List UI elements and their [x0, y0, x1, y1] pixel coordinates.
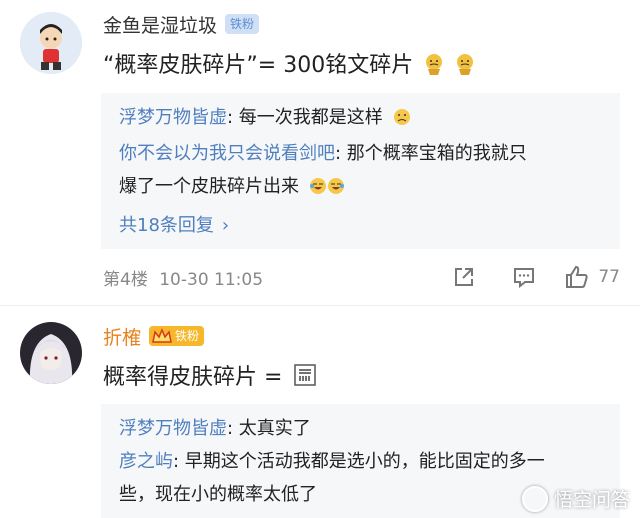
crown-icon — [152, 328, 172, 343]
reply-text-line2: 些，现在小的概率太低了 — [119, 484, 317, 505]
fan-badge: 铁粉 — [225, 14, 260, 34]
reply-box: 浮梦万物皆虚: 每一次我都是这样 你不会以为我只会说看剑吧: 那个概率宝箱的我就… — [101, 93, 620, 249]
watermark-text: 悟空问答 — [553, 489, 630, 511]
wukong-logo-icon — [521, 485, 548, 512]
avatar[interactable] — [20, 322, 82, 384]
comment-icon — [514, 268, 535, 289]
comment-text: 概率得皮肤碎片 = — [103, 359, 317, 393]
post-time: 10-30 11:05 — [159, 269, 264, 290]
reply-user[interactable]: 彦之屿 — [119, 451, 173, 472]
reply-button[interactable] — [494, 265, 554, 289]
speechless-emoji-icon — [293, 363, 317, 393]
reply-text: : 那个概率宝箱的我就只 — [335, 143, 527, 164]
share-button[interactable] — [434, 265, 494, 289]
anime-avatar-icon — [20, 322, 82, 384]
like-button[interactable]: 77 — [564, 264, 620, 290]
comment-meta: 第4楼 10-30 11:05 77 — [103, 262, 620, 292]
author-row: 金鱼是湿垃圾 铁粉 — [103, 10, 260, 38]
comment-text-content: “概率皮肤碎片”= 300铭文碎片 — [103, 53, 414, 78]
more-replies-label: 共18条回复 — [119, 215, 214, 236]
sad-face-emoji-icon — [393, 104, 411, 137]
floor-number: 第4楼 — [103, 269, 148, 290]
comment-actions: 77 — [434, 264, 620, 290]
laugh-cry-emoji-icon — [309, 173, 327, 206]
floor-time: 第4楼 10-30 11:05 — [103, 265, 434, 290]
laugh-cry-emoji-icon — [327, 173, 345, 206]
comment-text: “概率皮肤碎片”= 300铭文碎片 — [103, 47, 475, 81]
thumbs-up-icon — [566, 265, 588, 288]
avatar[interactable] — [20, 12, 82, 74]
crying-emoji-icon — [424, 53, 444, 81]
crying-emoji-icon — [455, 53, 475, 81]
comment-1: 金鱼是湿垃圾 铁粉 “概率皮肤碎片”= 300铭文碎片 浮梦万物皆虚: 每一次我… — [0, 0, 640, 300]
reply-user[interactable]: 浮梦万物皆虚 — [119, 418, 227, 439]
reply-item[interactable]: 浮梦万物皆虚: 每一次我都是这样 — [119, 101, 602, 137]
fan-badge-label: 铁粉 — [175, 329, 200, 343]
comment-text-content: 概率得皮肤碎片 = — [103, 365, 290, 390]
reply-item[interactable]: 你不会以为我只会说看剑吧: 那个概率宝箱的我就只 爆了一个皮肤碎片出来 — [119, 137, 602, 206]
like-count: 77 — [598, 267, 620, 287]
chevron-right-icon: › — [221, 215, 230, 236]
reply-user[interactable]: 浮梦万物皆虚 — [119, 107, 227, 128]
reply-text: : 早期这个活动我都是选小的，能比固定的多一 — [173, 451, 545, 472]
cartoon-avatar-icon — [20, 12, 82, 74]
reply-text: : 每一次我都是这样 — [227, 107, 383, 128]
reply-text: : 太真实了 — [227, 418, 311, 439]
reply-user[interactable]: 你不会以为我只会说看剑吧 — [119, 143, 335, 164]
author-row: 折榷 铁粉 — [103, 322, 205, 350]
watermark: 悟空问答 — [521, 485, 630, 512]
vip-fan-badge: 铁粉 — [149, 326, 205, 346]
more-replies-link[interactable]: 共18条回复 › — [119, 208, 602, 244]
author-name[interactable]: 折榷 — [103, 323, 141, 350]
reply-text-line2: 爆了一个皮肤碎片出来 — [119, 176, 299, 197]
reply-item[interactable]: 浮梦万物皆虚: 太真实了 — [119, 412, 602, 445]
share-icon — [455, 268, 474, 286]
author-name[interactable]: 金鱼是湿垃圾 — [103, 11, 217, 38]
